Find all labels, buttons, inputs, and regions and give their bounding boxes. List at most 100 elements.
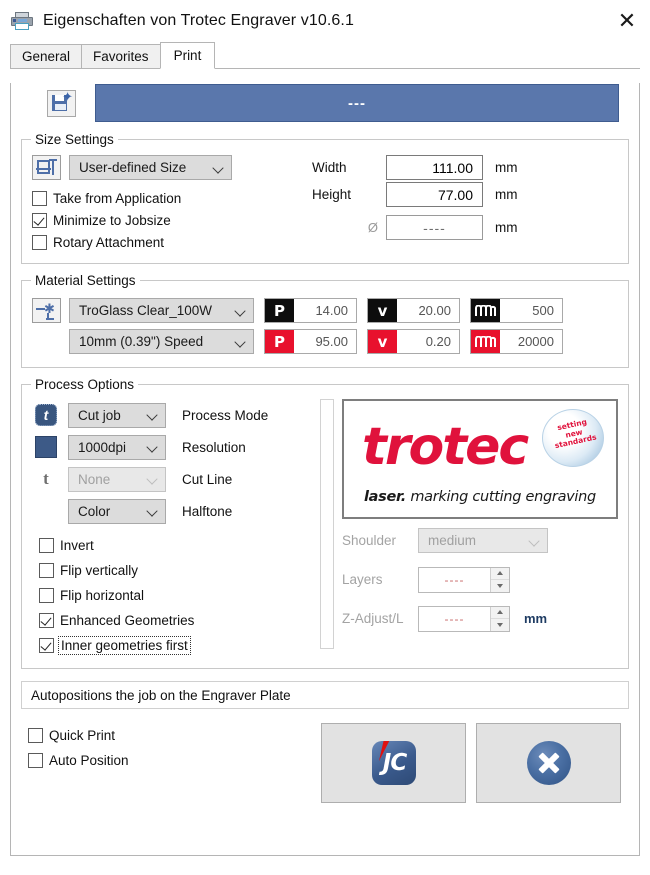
layers-value: ---- [444,572,465,587]
checkbox-label: Enhanced Geometries [60,613,195,628]
checkbox-label: Rotary Attachment [53,234,165,250]
close-icon[interactable]: ✕ [604,0,650,42]
panel-divider [314,399,336,658]
size-mode-select[interactable]: User-defined Size [69,155,232,180]
checkbox-take-from-application[interactable]: Take from Application [32,187,294,209]
checkbox-label: Quick Print [49,728,116,743]
layers-stepper[interactable]: ---- [418,566,510,593]
material-row-2: 10mm (0.39") Speed P 95.00 v 0.20 20000 [32,326,618,357]
checkbox-enhanced-geometries[interactable]: Enhanced Geometries [39,608,314,633]
checkbox-flip-horizontal[interactable]: Flip horizontal [39,583,314,608]
size-settings-group: Size Settings User-defined Size Take fro… [21,132,629,264]
power-value: 14.00 [315,303,348,318]
z-adjust-stepper[interactable]: ---- [418,605,510,632]
chevron-down-icon [148,474,157,483]
scroll-gutter[interactable] [320,399,334,649]
material-settings-legend: Material Settings [31,273,140,288]
size-mode-value: User-defined Size [79,160,187,175]
dimensions-icon[interactable] [32,155,61,180]
height-field-row: Height 77.00 mm [312,181,618,208]
power-field-red[interactable]: P 95.00 [264,329,357,354]
halftone-label: Halftone [182,503,233,519]
z-adjust-label: Z-Adjust/L [342,611,404,626]
material-value: TroGlass Clear_100W [79,303,213,318]
thickness-select[interactable]: 10mm (0.39") Speed [69,329,254,354]
velocity-badge: v [368,299,397,322]
width-input[interactable]: 111.00 [386,155,483,180]
logo-tagline: laser. marking cutting engraving [364,489,596,505]
cancel-button[interactable] [476,723,621,803]
tab-general[interactable]: General [10,44,83,69]
diameter-field-row: Ø ---- mm [312,214,618,241]
z-adjust-unit: mm [524,611,548,626]
tab-favorites[interactable]: Favorites [81,44,161,69]
logo-tagline-bold: laser. [364,489,407,505]
power-field-black[interactable]: P 14.00 [264,298,357,323]
preset-banner[interactable]: --- [95,84,619,122]
material-select[interactable]: TroGlass Clear_100W [69,298,254,323]
checkbox-label: Take from Application [53,190,182,206]
checkbox-box [28,753,43,768]
process-mode-select[interactable]: Cut job [68,402,166,428]
width-label: Width [312,160,347,175]
laser-material-icon[interactable]: ✱ [32,298,61,323]
jobcontrol-icon-text: JC [382,750,407,776]
frequency-field-black[interactable]: 500 [470,298,563,323]
stepper-up-icon[interactable] [491,568,509,580]
shoulder-select[interactable]: medium [418,528,548,553]
logo-badge-icon: setting new standards [542,409,604,467]
checkbox-label: Flip horizontal [60,588,145,603]
cut-line-label: Cut Line [182,471,233,487]
checkbox-flip-vertically[interactable]: Flip vertically [39,558,314,583]
logo-badge-text: setting new standards [553,417,598,451]
shoulder-row: Shoulder medium [342,523,618,558]
cut-line-value: None [78,471,111,487]
z-adjust-value: ---- [444,611,465,626]
tabstrip: General Favorites Print [0,42,650,69]
material-row-1: ✱ TroGlass Clear_100W P 14.00 v 20.00 50… [32,295,618,326]
checkbox-inner-geometries-first[interactable]: Inner geometries first [39,633,314,658]
checkbox-box [39,588,54,603]
process-mode-row: t Cut job Process Mode [32,399,314,431]
velocity-field-red[interactable]: v 0.20 [367,329,460,354]
height-input[interactable]: 77.00 [386,182,483,207]
diameter-input[interactable]: ---- [386,215,483,240]
checkbox-box [32,190,47,206]
shoulder-value: medium [428,533,477,548]
z-adjust-row: Z-Adjust/L ---- mm [342,601,618,636]
layers-row: Layers ---- [342,562,618,597]
velocity-value: 20.00 [418,303,451,318]
velocity-badge: v [368,330,397,353]
process-options-group: Process Options t Cut job Process Mode 1… [21,377,629,669]
stepper-down-icon[interactable] [491,580,509,592]
jobcontrol-button[interactable]: JC [321,723,466,803]
power-value: 95.00 [315,334,348,349]
checkbox-invert[interactable]: Invert [39,533,314,558]
resolution-select[interactable]: 1000dpi [68,434,166,460]
checkbox-minimize-to-jobsize[interactable]: Minimize to Jobsize [32,209,294,231]
material-settings-group: Material Settings ✱ TroGlass Clear_100W … [21,273,629,368]
resolution-color-icon [32,436,60,458]
stepper-down-icon[interactable] [491,619,509,631]
halftone-select[interactable]: Color [68,498,166,524]
thickness-value: 10mm (0.39") Speed [79,334,204,349]
checkbox-quick-print[interactable]: Quick Print [28,723,321,748]
chevron-down-icon [148,410,157,419]
save-as-new-icon[interactable]: ✦ [47,89,76,117]
velocity-field-black[interactable]: v 20.00 [367,298,460,323]
cut-line-row: t None Cut Line [32,463,314,495]
frequency-field-red[interactable]: 20000 [470,329,563,354]
stepper-buttons[interactable] [490,567,509,592]
diameter-unit: mm [495,220,518,235]
cut-line-icon: t [43,469,49,488]
tab-print[interactable]: Print [159,42,216,69]
stepper-buttons[interactable] [490,606,509,631]
process-mode-value: Cut job [78,407,121,423]
stepper-up-icon[interactable] [491,607,509,619]
checkbox-rotary-attachment[interactable]: Rotary Attachment [32,231,294,253]
checkbox-box [39,638,54,653]
cut-line-select[interactable]: None [68,466,166,492]
checkbox-auto-position[interactable]: Auto Position [28,748,321,773]
width-unit: mm [495,160,518,175]
chevron-down-icon [236,337,245,346]
